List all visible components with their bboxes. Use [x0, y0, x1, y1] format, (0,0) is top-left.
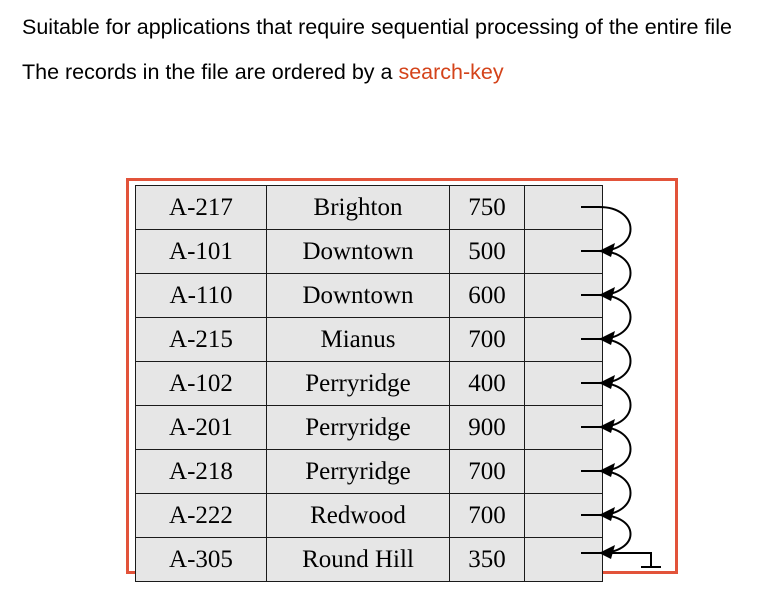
table-row: A-215 Mianus 700	[135, 317, 603, 362]
cell-account: A-217	[135, 185, 267, 230]
cell-balance: 400	[449, 361, 525, 406]
table-row: A-305 Round Hill 350	[135, 537, 603, 582]
cell-balance: 900	[449, 405, 525, 450]
cell-balance: 750	[449, 185, 525, 230]
cell-pointer	[524, 493, 603, 538]
table-row: A-101 Downtown 500	[135, 229, 603, 274]
table-row: A-222 Redwood 700	[135, 493, 603, 538]
slide-text-block: Suitable for applications that require s…	[0, 0, 769, 86]
cell-account: A-201	[135, 405, 267, 450]
cell-branch: Perryridge	[266, 449, 450, 494]
cell-branch: Downtown	[266, 229, 450, 274]
cell-balance: 700	[449, 493, 525, 538]
bullet-one: Suitable for applications that require s…	[22, 15, 732, 39]
bullet-two-text: The records in the file are ordered by a	[22, 59, 399, 84]
table-row: A-218 Perryridge 700	[135, 449, 603, 494]
cell-pointer	[524, 537, 603, 582]
cell-branch: Brighton	[266, 185, 450, 230]
cell-account: A-102	[135, 361, 267, 406]
account-file-table: A-217 Brighton 750 A-101 Downtown 500 A-…	[135, 185, 603, 582]
table-row: A-201 Perryridge 900	[135, 405, 603, 450]
cell-pointer	[524, 361, 603, 406]
sequential-file-diagram: A-217 Brighton 750 A-101 Downtown 500 A-…	[126, 178, 678, 582]
cell-branch: Perryridge	[266, 361, 450, 406]
cell-pointer	[524, 405, 603, 450]
cell-pointer	[524, 273, 603, 318]
cell-account: A-305	[135, 537, 267, 582]
cell-branch: Downtown	[266, 273, 450, 318]
cell-branch: Mianus	[266, 317, 450, 362]
table-row: A-217 Brighton 750	[135, 185, 603, 230]
table-row: A-102 Perryridge 400	[135, 361, 603, 406]
search-key-term: search-key	[398, 59, 504, 84]
cell-pointer	[524, 317, 603, 362]
cell-account: A-215	[135, 317, 267, 362]
cell-branch: Redwood	[266, 493, 450, 538]
cell-pointer	[524, 229, 603, 274]
table-row: A-110 Downtown 600	[135, 273, 603, 318]
cell-branch: Perryridge	[266, 405, 450, 450]
cell-balance: 500	[449, 229, 525, 274]
cell-account: A-218	[135, 449, 267, 494]
bullet-two: The records in the file are ordered by a…	[22, 59, 747, 86]
cell-account: A-101	[135, 229, 267, 274]
cell-balance: 350	[449, 537, 525, 582]
cell-account: A-222	[135, 493, 267, 538]
cell-branch: Round Hill	[266, 537, 450, 582]
cell-balance: 700	[449, 317, 525, 362]
cell-balance: 700	[449, 449, 525, 494]
cell-pointer	[524, 449, 603, 494]
cell-account: A-110	[135, 273, 267, 318]
table-body: A-217 Brighton 750 A-101 Downtown 500 A-…	[135, 185, 603, 582]
cell-pointer	[524, 185, 603, 230]
cell-balance: 600	[449, 273, 525, 318]
